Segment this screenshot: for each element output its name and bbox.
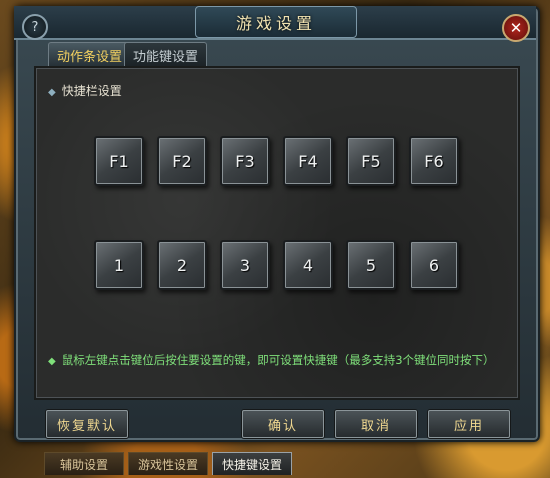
help-icon[interactable]: ? bbox=[22, 14, 48, 40]
window-title: 游戏设置 bbox=[195, 6, 357, 38]
hotkey-slot-3[interactable]: 3 bbox=[220, 240, 270, 290]
hotkey-slot-1[interactable]: 1 bbox=[94, 240, 144, 290]
bottom-tab-assist[interactable]: 辅助设置 bbox=[44, 452, 124, 475]
hotkey-slot-f5[interactable]: F5 bbox=[346, 136, 396, 186]
hotkey-slot-6[interactable]: 6 bbox=[409, 240, 459, 290]
section-title: ◆ 快捷栏设置 bbox=[48, 82, 122, 99]
bottom-tab-hotkeys[interactable]: 快捷键设置 bbox=[212, 452, 292, 475]
cancel-button[interactable]: 取消 bbox=[335, 410, 417, 438]
hotkey-slot-f1[interactable]: F1 bbox=[94, 136, 144, 186]
hotkey-slot-5[interactable]: 5 bbox=[346, 240, 396, 290]
apply-button[interactable]: 应用 bbox=[428, 410, 510, 438]
settings-panel bbox=[34, 66, 520, 400]
confirm-button[interactable]: 确认 bbox=[242, 410, 324, 438]
hint-label: 鼠标左键点击键位后按住要设置的键，即可设置快捷键（最多支持3个键位同时按下） bbox=[61, 353, 495, 367]
hotkey-slot-4[interactable]: 4 bbox=[283, 240, 333, 290]
close-icon[interactable]: ✕ bbox=[502, 14, 530, 42]
bottom-tab-gameplay[interactable]: 游戏性设置 bbox=[128, 452, 208, 475]
hotkey-slot-f6[interactable]: F6 bbox=[409, 136, 459, 186]
hotkey-slot-f4[interactable]: F4 bbox=[283, 136, 333, 186]
hint-text: ◆ 鼠标左键点击键位后按住要设置的键，即可设置快捷键（最多支持3个键位同时按下） bbox=[48, 352, 495, 368]
reset-default-button[interactable]: 恢复默认 bbox=[46, 410, 128, 438]
tab-action-bar[interactable]: 动作条设置 bbox=[48, 42, 132, 67]
hotkey-slot-2[interactable]: 2 bbox=[157, 240, 207, 290]
section-title-label: 快捷栏设置 bbox=[61, 84, 122, 98]
diamond-icon: ◆ bbox=[48, 87, 56, 98]
hotkey-slot-f3[interactable]: F3 bbox=[220, 136, 270, 186]
tab-function-keys[interactable]: 功能键设置 bbox=[124, 42, 208, 67]
diamond-icon: ◆ bbox=[48, 356, 56, 367]
hotkey-slot-f2[interactable]: F2 bbox=[157, 136, 207, 186]
